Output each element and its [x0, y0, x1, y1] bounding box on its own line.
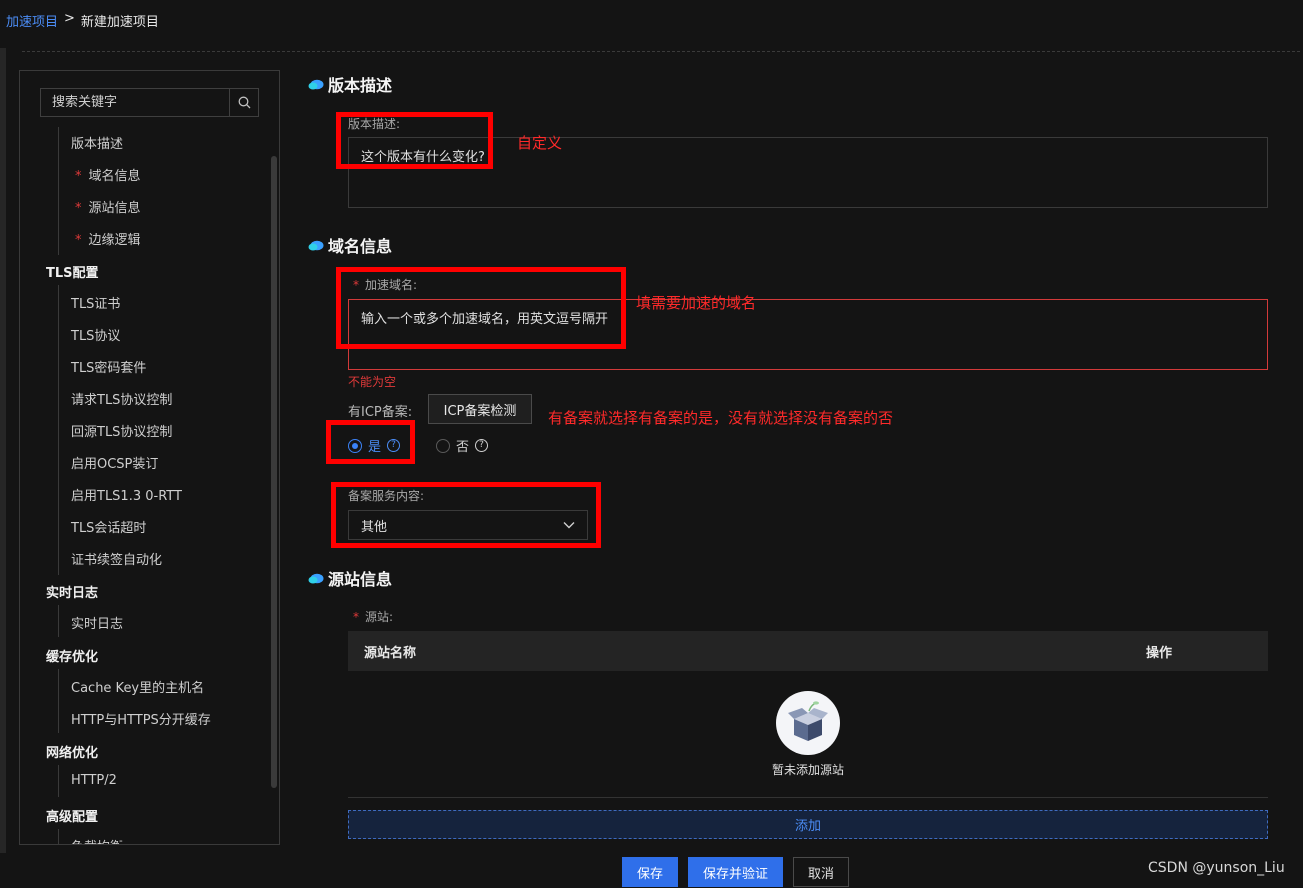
cloud-icon [308, 240, 324, 251]
annotation-text-custom: 自定义 [517, 134, 563, 152]
radio-label: 否 [456, 440, 470, 455]
required-star: * [75, 233, 82, 248]
domain-field-label-text: 加速域名: [365, 278, 418, 292]
sidebar-item-tls-cipher[interactable]: TLS密码套件 [71, 357, 146, 376]
save-button[interactable]: 保存 [622, 857, 678, 887]
sidebar-item-label: 域名信息 [88, 169, 141, 184]
section-title-text: 源站信息 [328, 570, 393, 589]
breadcrumb-separator: > [64, 11, 75, 26]
sidebar-item-cert-renew[interactable]: 证书续签自动化 [71, 549, 162, 568]
sidebar-item-origin-tls[interactable]: 回源TLS协议控制 [71, 421, 172, 440]
chevron-down-icon [563, 522, 575, 529]
radio-unchecked-icon [436, 438, 450, 453]
sidebar-item-tls-protocol[interactable]: TLS协议 [71, 325, 120, 344]
sidebar-item-tls-cert[interactable]: TLS证书 [71, 293, 120, 312]
question-icon[interactable]: ? [475, 439, 489, 452]
service-field-label: 备案服务内容: [348, 489, 425, 503]
watermark: CSDN @yunson_Liu [1148, 860, 1285, 876]
cancel-button[interactable]: 取消 [793, 857, 849, 887]
sidebar-search [40, 88, 259, 117]
version-description-textarea[interactable] [348, 137, 1268, 208]
sidebar-group-tls[interactable]: TLS配置 [46, 262, 99, 281]
sidebar-item-tls13-0rtt[interactable]: 启用TLS1.3 0-RTT [71, 485, 182, 504]
domain-textarea[interactable] [348, 299, 1268, 370]
search-input[interactable] [41, 89, 229, 116]
add-origin-button[interactable]: 添加 [348, 810, 1268, 839]
cloud-icon [308, 79, 324, 90]
empty-box-icon [776, 691, 840, 755]
service-select[interactable]: 其他 [348, 510, 588, 540]
required-star: * [75, 169, 82, 184]
tree-line [58, 127, 59, 255]
icp-check-button[interactable]: ICP备案检测 [428, 394, 532, 424]
domain-field-label: * 加速域名: [353, 276, 417, 293]
search-button[interactable] [229, 89, 258, 116]
sidebar-item-tls-session[interactable]: TLS会话超时 [71, 517, 146, 536]
sidebar-item-http2[interactable]: HTTP/2 [71, 773, 117, 788]
sidebar-item-label: 边缘逻辑 [88, 233, 141, 248]
question-icon[interactable]: ? [387, 439, 401, 452]
section-title-origin: 源站信息 [308, 566, 392, 590]
radio-label: 是 [368, 440, 382, 455]
version-field-label: 版本描述: [348, 117, 401, 131]
sidebar-item-label: 源站信息 [88, 201, 141, 216]
top-divider [22, 51, 1300, 52]
sidebar-item-realtime-log[interactable]: 实时日志 [71, 613, 123, 632]
left-edge-bar [0, 48, 6, 853]
origin-field-label-text: 源站: [365, 610, 394, 624]
icp-label: 有ICP备案: [348, 405, 413, 420]
sidebar-item-label: 版本描述 [71, 137, 124, 152]
save-verify-button[interactable]: 保存并验证 [688, 857, 783, 887]
sidebar-item-domain[interactable]: * 域名信息 [75, 165, 141, 184]
radio-checked-icon [348, 438, 362, 453]
origin-field-label: * 源站: [353, 608, 393, 625]
sidebar-scrollbar[interactable] [271, 156, 277, 788]
sidebar-item-http-https-cache[interactable]: HTTP与HTTPS分开缓存 [71, 709, 211, 728]
annotation-text-domain: 填需要加速的域名 [636, 294, 757, 312]
radio-icp-no[interactable]: 否 ? [436, 436, 489, 455]
table-divider [348, 797, 1268, 798]
required-star: * [353, 610, 359, 624]
sidebar-item-edge-logic[interactable]: * 边缘逻辑 [75, 229, 141, 248]
domain-error-text: 不能为空 [348, 375, 397, 389]
sidebar-item-version[interactable]: 版本描述 [71, 133, 123, 152]
sidebar-item-load-balance[interactable]: 负载均衡 [71, 836, 123, 844]
sidebar-item-request-tls[interactable]: 请求TLS协议控制 [71, 389, 172, 408]
breadcrumb-current: 新建加速项目 [80, 15, 159, 30]
column-header-name: 源站名称 [364, 645, 417, 661]
column-header-actions: 操作 [1146, 645, 1173, 661]
origin-table-header: 源站名称 操作 [348, 631, 1268, 671]
section-title-text: 版本描述 [328, 76, 393, 95]
section-title-domain: 域名信息 [308, 233, 392, 257]
sidebar-group-realtime-log[interactable]: 实时日志 [46, 582, 98, 601]
empty-state-text: 暂未添加源站 [771, 763, 844, 777]
sidebar-item-cache-key-host[interactable]: Cache Key里的主机名 [71, 677, 204, 696]
section-title-version: 版本描述 [308, 72, 392, 96]
tree-line [58, 605, 59, 637]
radio-icp-yes[interactable]: 是 ? [348, 436, 401, 455]
breadcrumb: 加速项目 > 新建加速项目 [6, 11, 159, 30]
sidebar-group-cache[interactable]: 缓存优化 [46, 646, 98, 665]
section-title-text: 域名信息 [328, 237, 393, 256]
search-icon [238, 96, 250, 109]
tree-line [58, 669, 59, 733]
cloud-icon [308, 573, 324, 584]
required-star: * [353, 278, 359, 292]
breadcrumb-link-projects[interactable]: 加速项目 [6, 11, 58, 30]
tree-line [58, 829, 59, 844]
tree-line [58, 765, 59, 797]
required-star: * [75, 201, 82, 216]
sidebar-group-network[interactable]: 网络优化 [46, 742, 98, 761]
sidebar-item-ocsp[interactable]: 启用OCSP装订 [71, 453, 158, 472]
sidebar-group-advanced[interactable]: 高级配置 [46, 806, 98, 825]
sidebar-item-origin[interactable]: * 源站信息 [75, 197, 141, 216]
annotation-text-icp: 有备案就选择有备案的是，没有就选择没有备案的否 [548, 409, 894, 427]
sidebar-nav: 版本描述 * 域名信息 * 源站信息 * 边缘逻辑 TLS配置 TLS证书 TLS协议… [19, 70, 280, 845]
select-value: 其他 [361, 519, 388, 535]
tree-line [58, 285, 59, 575]
